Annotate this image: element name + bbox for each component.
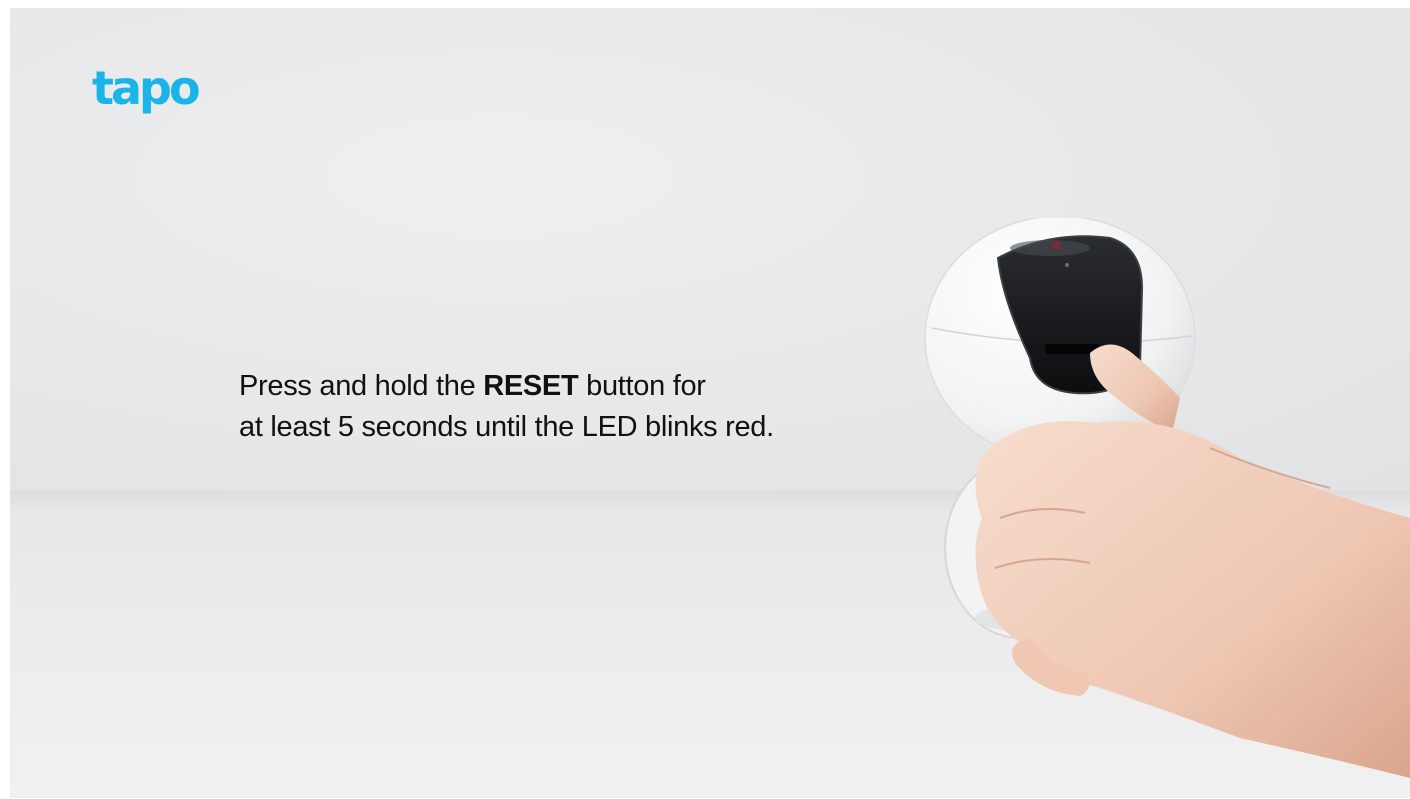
caption-line-2: at least 5 seconds until the LED blinks …	[239, 411, 774, 443]
camera-and-hand-illustration	[924, 218, 1410, 778]
tapo-logo: tapo	[92, 61, 202, 115]
tapo-logo-text: tapo	[92, 61, 199, 115]
caption-line-1-prefix: Press and hold the	[239, 370, 484, 402]
caption-line-1-suffix: button for	[578, 370, 706, 402]
camera-sensor-dot	[1065, 263, 1069, 267]
palm-and-fingers	[975, 421, 1410, 778]
instruction-caption: Press and hold the RESET button for at l…	[239, 366, 774, 448]
caption-line-1: Press and hold the RESET button for	[239, 366, 774, 407]
video-frame: tapo Press and hold the RESET button for…	[10, 8, 1410, 798]
camera-lens-highlight	[1010, 240, 1090, 256]
camera-lens-dot	[1052, 241, 1060, 249]
reset-keyword: RESET	[483, 370, 579, 402]
